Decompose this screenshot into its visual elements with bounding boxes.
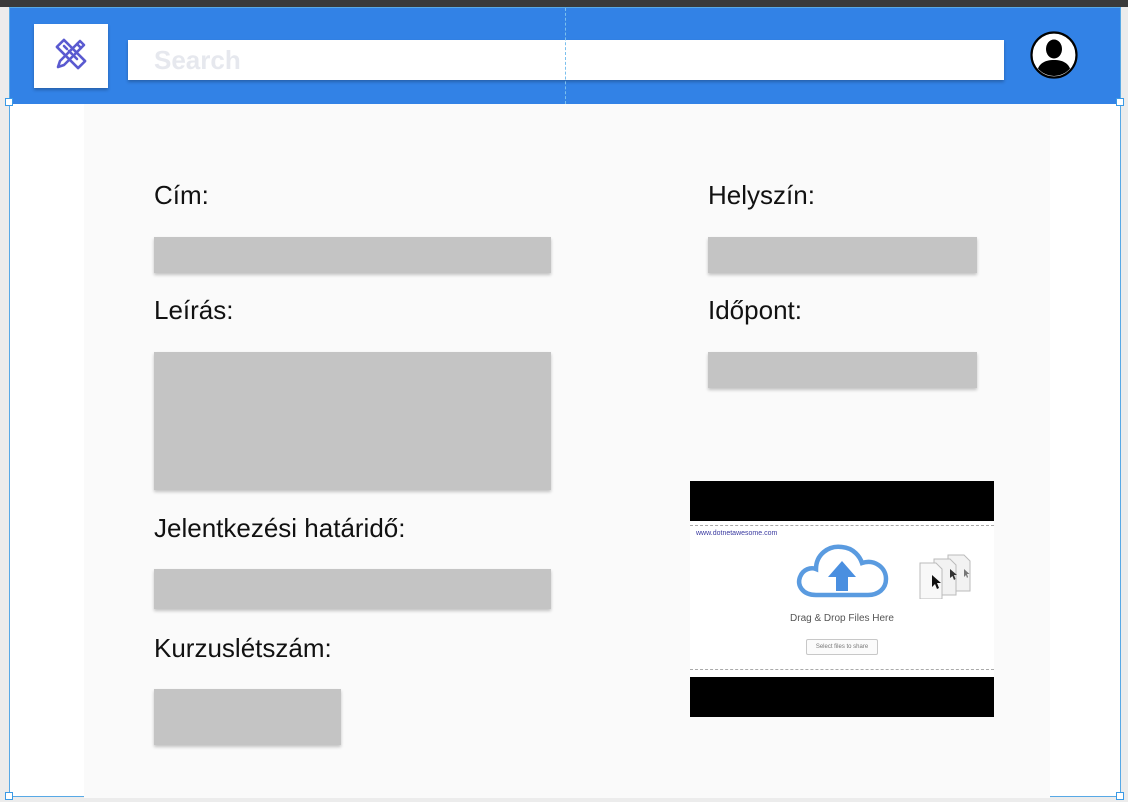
app-bar xyxy=(10,8,1120,104)
deadline-input[interactable] xyxy=(154,569,551,609)
window-top-strip xyxy=(0,0,1128,7)
user-avatar-icon xyxy=(1030,30,1078,84)
title-label: Cím: xyxy=(154,180,209,210)
dropzone-border-bottom xyxy=(690,669,994,670)
artboard-frame: Cím: Leírás: Jelentkezési határidő: Kurz… xyxy=(9,7,1121,798)
capacity-input[interactable] xyxy=(154,689,341,745)
file-upload-dropzone[interactable]: www.dotnetawesome.com Drag & Drop Files … xyxy=(690,481,994,717)
resize-handle-bottom-right[interactable] xyxy=(1116,792,1124,800)
pencil-ruler-icon xyxy=(52,35,90,78)
resize-handle-top-left[interactable] xyxy=(5,98,13,106)
resize-handle-top-right[interactable] xyxy=(1116,98,1124,106)
time-input[interactable] xyxy=(708,352,977,388)
dropzone-border-top xyxy=(690,525,994,526)
select-files-button[interactable]: Select files to share xyxy=(806,639,878,655)
search-input[interactable] xyxy=(128,40,1004,80)
location-input[interactable] xyxy=(708,237,977,273)
description-label: Leírás: xyxy=(154,295,234,325)
site-url-text: www.dotnetawesome.com xyxy=(696,530,778,537)
time-label: Időpont: xyxy=(708,295,802,325)
dropzone-area[interactable]: www.dotnetawesome.com Drag & Drop Files … xyxy=(690,521,994,677)
drop-instruction-text: Drag & Drop Files Here xyxy=(790,613,894,624)
deadline-label: Jelentkezési határidő: xyxy=(154,513,406,543)
description-textarea[interactable] xyxy=(154,352,551,490)
location-label: Helyszín: xyxy=(708,180,815,210)
logo-button[interactable] xyxy=(34,24,108,88)
files-icon xyxy=(918,551,994,604)
title-input[interactable] xyxy=(154,237,551,273)
user-avatar-button[interactable] xyxy=(1030,30,1078,84)
form-panel: Cím: Leírás: Jelentkezési határidő: Kurz… xyxy=(84,104,1050,798)
cloud-upload-icon xyxy=(794,539,890,606)
capacity-label: Kurzuslétszám: xyxy=(154,633,332,663)
center-guide xyxy=(565,8,566,104)
resize-handle-bottom-left[interactable] xyxy=(5,792,13,800)
